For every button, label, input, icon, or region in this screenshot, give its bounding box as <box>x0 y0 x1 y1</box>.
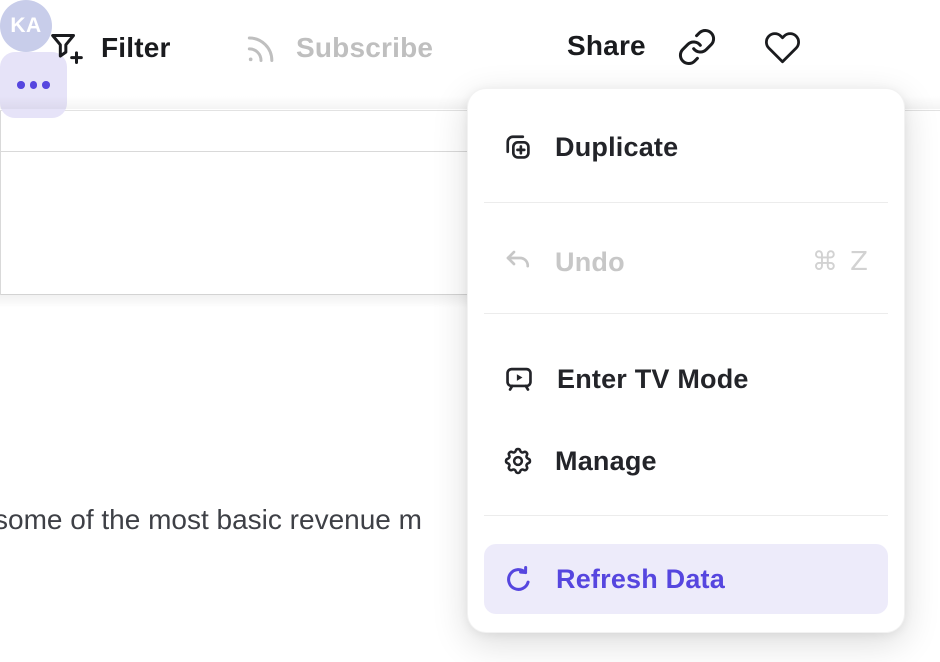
menu-divider <box>484 515 888 516</box>
gear-icon <box>502 445 534 477</box>
duplicate-icon <box>502 131 534 163</box>
menu-item-label: Undo <box>555 247 625 278</box>
heart-icon <box>763 29 802 66</box>
menu-item-label: Duplicate <box>555 132 678 163</box>
subscribe-button[interactable]: Subscribe <box>241 24 433 72</box>
menu-item-shortcut: ⌘ Z <box>812 247 870 277</box>
content-panel <box>0 152 467 295</box>
link-icon <box>677 27 717 67</box>
copy-link-button[interactable] <box>677 27 717 67</box>
tv-mode-icon <box>502 363 536 395</box>
favorite-button[interactable] <box>763 29 802 66</box>
menu-divider <box>484 313 888 314</box>
page-paragraph: some of the most basic revenue m <box>0 504 422 536</box>
menu-item-refresh-data[interactable]: Refresh Data <box>484 544 888 614</box>
menu-item-manage[interactable]: Manage <box>484 429 888 493</box>
menu-divider <box>484 202 888 203</box>
ellipsis-icon <box>17 81 25 89</box>
menu-item-label: Refresh Data <box>556 564 725 595</box>
share-label: Share <box>567 30 646 62</box>
menu-item-label: Manage <box>555 446 657 477</box>
avatar[interactable]: KA <box>0 0 52 52</box>
more-options-menu: Duplicate Undo ⌘ Z Enter TV Mode <box>467 88 905 633</box>
subscribe-label: Subscribe <box>296 32 433 64</box>
undo-icon <box>502 246 534 278</box>
filter-plus-icon <box>46 28 86 68</box>
filter-button[interactable]: Filter <box>46 24 171 72</box>
menu-item-duplicate[interactable]: Duplicate <box>484 115 888 179</box>
content-strip <box>0 110 467 152</box>
avatar-initials: KA <box>10 14 41 38</box>
menu-item-enter-tv-mode[interactable]: Enter TV Mode <box>484 347 888 411</box>
menu-item-label: Enter TV Mode <box>557 364 749 395</box>
share-button[interactable]: Share <box>567 30 646 62</box>
panel-left-edge <box>0 110 1 295</box>
filter-label: Filter <box>101 32 171 64</box>
content-panel-shadow <box>0 295 467 308</box>
refresh-icon <box>502 563 535 596</box>
rss-icon <box>241 28 281 68</box>
menu-item-undo[interactable]: Undo ⌘ Z <box>484 230 888 294</box>
